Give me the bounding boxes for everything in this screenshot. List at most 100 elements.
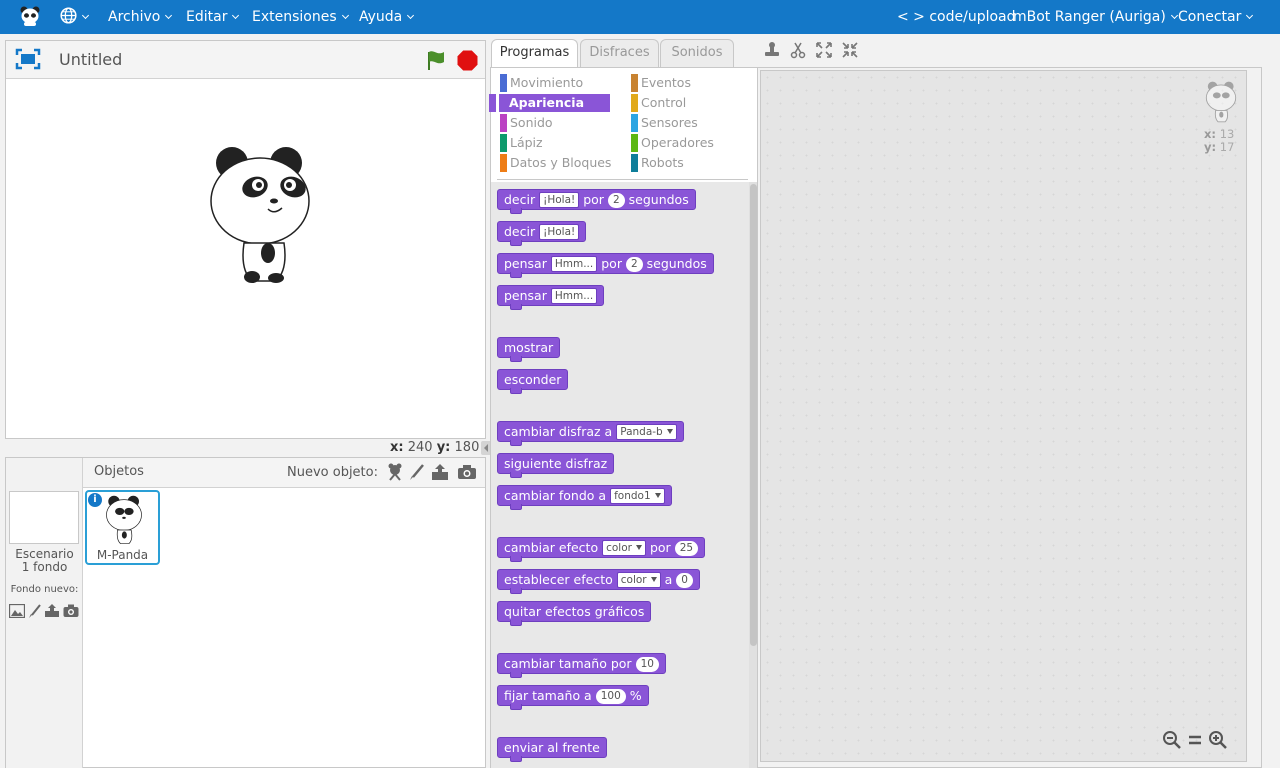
tab-programas[interactable]: Programas — [491, 39, 578, 68]
zoom-out-button[interactable] — [1162, 730, 1182, 750]
green-flag-button[interactable] — [425, 49, 447, 71]
backdrop-dropdown[interactable]: fondo1 — [610, 488, 665, 504]
shrink-tool[interactable] — [841, 41, 859, 59]
category-lapiz[interactable]: Lápiz — [500, 134, 543, 152]
fullscreen-icon — [15, 48, 41, 70]
zoom-out-icon — [1163, 731, 1181, 749]
block-text-input[interactable]: Hmm... — [550, 288, 598, 304]
category-eventos[interactable]: Eventos — [631, 74, 691, 92]
stage-y-label: y: — [436, 440, 451, 455]
app-logo[interactable] — [19, 5, 41, 27]
category-robots[interactable]: Robots — [631, 154, 684, 172]
code-upload-button[interactable]: < > code/upload — [897, 0, 1016, 34]
sprite-pane: Objetos Nuevo objeto: Escenario 1 fondo … — [5, 457, 486, 768]
camera-backdrop-button[interactable] — [63, 604, 79, 618]
block-text-input[interactable]: ¡Hola! — [539, 224, 580, 240]
block-text-input[interactable]: Hmm... — [550, 256, 598, 272]
block-number-input[interactable]: 10 — [635, 657, 659, 672]
delete-tool[interactable] — [789, 41, 807, 59]
camera-icon — [458, 465, 476, 479]
paintbrush-icon — [29, 604, 41, 618]
block-next-costume[interactable]: siguiente disfraz — [497, 453, 615, 478]
green-flag-icon — [428, 51, 444, 70]
upload-backdrop-button[interactable] — [44, 604, 60, 618]
panda-sprite-image — [210, 147, 310, 283]
choose-sprite-library-button[interactable] — [386, 463, 404, 481]
block-say[interactable]: decir ¡Hola! — [497, 221, 587, 246]
block-go-to-front[interactable]: enviar al frente — [497, 737, 607, 762]
connect-menu[interactable]: Conectar — [1178, 0, 1254, 34]
board-select-label: mBot Ranger (Auriga) — [1013, 9, 1166, 25]
board-select-menu[interactable]: mBot Ranger (Auriga) — [1013, 0, 1178, 34]
block-clear-effects[interactable]: quitar efectos gráficos — [497, 601, 652, 626]
paint-backdrop-button[interactable] — [28, 604, 42, 618]
block-say-for-secs[interactable]: decir ¡Hola! por 2 segundos — [497, 189, 696, 214]
category-movimiento[interactable]: Movimiento — [500, 74, 583, 92]
tab-sonidos[interactable]: Sonidos — [660, 39, 734, 67]
category-apariencia[interactable]: Apariencia — [489, 94, 610, 112]
block-switch-backdrop[interactable]: cambiar fondo a fondo1 — [497, 485, 672, 510]
tab-programas-label: Programas — [499, 45, 570, 60]
backdrop-library-button[interactable] — [8, 603, 26, 619]
block-number-input[interactable]: 2 — [607, 193, 625, 208]
menu-ayuda[interactable]: Ayuda — [359, 0, 415, 34]
category-color-swatch — [500, 154, 507, 172]
menu-archivo[interactable]: Archivo — [108, 0, 173, 34]
stop-icon — [457, 50, 478, 71]
sprite-tile-m-panda[interactable]: i M-Panda — [85, 490, 160, 565]
stage-info: Escenario 1 fondo — [6, 548, 83, 574]
block-text-input[interactable]: ¡Hola! — [539, 192, 580, 208]
category-eventos-label: Eventos — [641, 75, 691, 90]
category-control[interactable]: Control — [631, 94, 686, 112]
fullscreen-button[interactable] — [15, 48, 41, 70]
block-show[interactable]: mostrar — [497, 337, 561, 362]
block-number-input[interactable]: 2 — [625, 257, 643, 272]
block-number-input[interactable]: 25 — [674, 541, 699, 556]
chevron-down-icon — [407, 11, 415, 20]
costume-dropdown[interactable]: Panda-b — [616, 424, 677, 440]
block-text: cambiar tamaño por — [504, 656, 632, 671]
stage-sprite-panda[interactable] — [208, 145, 312, 285]
upload-sprite-button[interactable] — [430, 463, 450, 481]
camera-sprite-button[interactable] — [457, 464, 477, 480]
sprite-info-icon[interactable]: i — [88, 493, 102, 507]
palette-scrollbar-thumb[interactable] — [750, 184, 757, 646]
category-sonido[interactable]: Sonido — [500, 114, 553, 132]
stop-button[interactable] — [457, 50, 478, 71]
effect-dropdown[interactable]: color — [616, 572, 661, 588]
block-text: quitar efectos gráficos — [504, 604, 645, 619]
block-switch-costume[interactable]: cambiar disfraz a Panda-b — [497, 421, 684, 446]
block-change-size[interactable]: cambiar tamaño por 10 — [497, 653, 666, 678]
script-y-readout: y: 17 — [1204, 140, 1234, 154]
duplicate-tool[interactable] — [763, 41, 781, 59]
tab-disfraces[interactable]: Disfraces — [580, 39, 659, 67]
category-color-swatch — [631, 74, 638, 92]
grow-tool[interactable] — [815, 41, 833, 59]
zoom-reset-button[interactable] — [1185, 730, 1205, 750]
block-set-size[interactable]: fijar tamaño a 100% — [497, 685, 649, 710]
project-title[interactable]: Untitled — [59, 50, 122, 69]
language-menu[interactable] — [60, 0, 90, 34]
category-operadores[interactable]: Operadores — [631, 134, 714, 152]
menu-extensiones[interactable]: Extensiones — [252, 0, 349, 34]
menu-editar[interactable]: Editar — [186, 0, 240, 34]
script-area[interactable]: x: 13 y: 17 — [760, 70, 1247, 762]
stage-thumbnail[interactable] — [9, 491, 79, 544]
paint-new-sprite-button[interactable] — [408, 463, 426, 481]
block-number-input[interactable]: 100 — [595, 689, 626, 704]
menu-bar: Archivo Editar Extensiones Ayuda < > cod… — [0, 0, 1280, 34]
script-y-label: y: — [1204, 140, 1217, 154]
block-change-effect[interactable]: cambiar efecto color por 25 — [497, 537, 706, 562]
block-think-for-secs[interactable]: pensar Hmm... por 2 segundos — [497, 253, 714, 278]
category-color-swatch — [489, 94, 496, 112]
block-think[interactable]: pensar Hmm... — [497, 285, 605, 310]
category-datos[interactable]: Datos y Bloques — [500, 154, 611, 172]
category-sensores[interactable]: Sensores — [631, 114, 698, 132]
zoom-in-button[interactable] — [1208, 730, 1228, 750]
effect-dropdown[interactable]: color — [602, 540, 646, 556]
block-text: % — [629, 688, 642, 703]
block-number-input[interactable]: 0 — [676, 573, 693, 588]
block-hide[interactable]: esconder — [497, 369, 569, 394]
block-set-effect[interactable]: establecer efecto color a 0 — [497, 569, 700, 594]
new-object-label: Nuevo objeto: — [287, 465, 378, 480]
